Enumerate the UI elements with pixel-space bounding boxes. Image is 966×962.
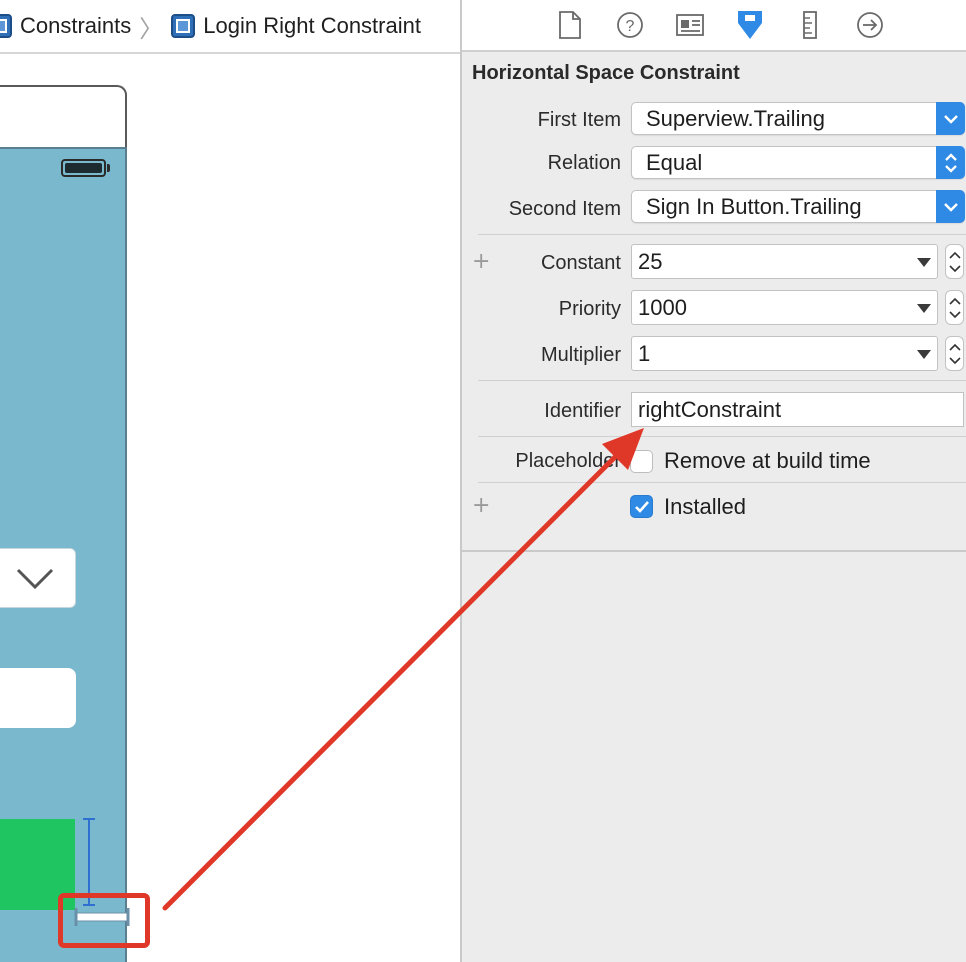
attributes-inspector: ? Horizontal Space Constraint First Item… xyxy=(462,0,966,962)
constant-field[interactable]: 25 xyxy=(631,244,938,279)
relation-popup[interactable]: Equal xyxy=(631,146,965,179)
installed-label[interactable]: Installed xyxy=(664,494,746,520)
first-item-popup[interactable]: Superview.Trailing xyxy=(631,102,965,135)
separator xyxy=(478,380,966,381)
identifier-label: Identifier xyxy=(544,400,621,422)
connections-inspector-icon[interactable] xyxy=(854,9,886,41)
priority-field[interactable]: 1000 xyxy=(631,290,938,325)
add-installed-variation-button[interactable]: + xyxy=(472,493,490,518)
constant-value: 25 xyxy=(638,249,663,274)
multiplier-value: 1 xyxy=(638,341,651,366)
checkmark-icon xyxy=(634,500,649,513)
second-item-popup[interactable]: Sign In Button.Trailing xyxy=(631,190,965,223)
picker-field[interactable] xyxy=(0,548,76,608)
placeholder-label: Placeholder xyxy=(515,450,621,472)
breadcrumb: Constraints 〉 Login Right Constraint xyxy=(0,0,461,52)
inspector-empty-area xyxy=(462,552,966,962)
breadcrumb-item-constraints[interactable]: Constraints xyxy=(20,13,131,39)
first-item-label: First Item xyxy=(537,109,621,131)
installed-checkbox[interactable] xyxy=(630,495,653,518)
multiplier-field[interactable]: 1 xyxy=(631,336,938,371)
stepper-arrows-icon xyxy=(949,297,961,319)
identifier-field[interactable]: rightConstraint xyxy=(631,392,964,427)
multiplier-stepper[interactable] xyxy=(945,336,964,371)
dropdown-arrow-icon[interactable] xyxy=(917,350,931,359)
identity-inspector-icon[interactable] xyxy=(674,9,706,41)
breadcrumb-divider xyxy=(0,52,461,54)
stepper-arrows-icon xyxy=(949,343,961,365)
separator xyxy=(478,482,966,483)
separator xyxy=(478,436,966,437)
constraints-icon xyxy=(0,14,12,38)
separator xyxy=(478,234,966,235)
size-inspector-icon[interactable] xyxy=(794,9,826,41)
file-inspector-icon[interactable] xyxy=(554,9,586,41)
storyboard-canvas[interactable]: Constraints 〉 Login Right Constraint xyxy=(0,0,461,962)
dropdown-arrow-icon[interactable] xyxy=(917,304,931,313)
constant-label: Constant xyxy=(540,252,621,274)
attributes-inspector-icon[interactable] xyxy=(734,9,766,41)
section-title: Horizontal Space Constraint xyxy=(472,62,740,84)
battery-icon xyxy=(61,159,106,177)
remove-at-build-time-checkbox[interactable] xyxy=(630,450,653,473)
multiplier-label: Multiplier xyxy=(540,344,621,366)
add-variation-button[interactable]: + xyxy=(472,249,490,274)
priority-label: Priority xyxy=(558,298,621,320)
second-item-value: Sign In Button.Trailing xyxy=(646,194,862,219)
chevron-down-icon xyxy=(16,568,54,590)
relation-label: Relation xyxy=(547,152,621,174)
inspector-toolbar: ? xyxy=(462,0,966,52)
remove-at-build-time-label[interactable]: Remove at build time xyxy=(664,448,871,474)
chevron-down-icon xyxy=(936,190,965,223)
relation-value: Equal xyxy=(646,150,703,175)
text-field[interactable] xyxy=(0,668,76,728)
view-controller-title-bar[interactable] xyxy=(0,85,127,147)
first-item-value: Superview.Trailing xyxy=(646,106,825,131)
priority-stepper[interactable] xyxy=(945,290,964,325)
constraint-attributes-panel: Horizontal Space Constraint First Item S… xyxy=(462,54,966,552)
breadcrumb-separator: 〉 xyxy=(139,14,164,43)
priority-value: 1000 xyxy=(638,295,687,320)
up-down-chevron-icon xyxy=(936,146,965,179)
chevron-down-icon xyxy=(936,102,965,135)
stepper-arrows-icon xyxy=(949,251,961,273)
highlight-box xyxy=(58,893,150,948)
constant-stepper[interactable] xyxy=(945,244,964,279)
breadcrumb-item-login-right-constraint[interactable]: Login Right Constraint xyxy=(203,13,421,39)
help-icon[interactable]: ? xyxy=(614,9,646,41)
dropdown-arrow-icon[interactable] xyxy=(917,258,931,267)
svg-text:?: ? xyxy=(626,18,635,35)
second-item-label: Second Item xyxy=(508,198,621,220)
constraint-object-icon xyxy=(171,14,196,38)
battery-tip xyxy=(107,164,110,172)
